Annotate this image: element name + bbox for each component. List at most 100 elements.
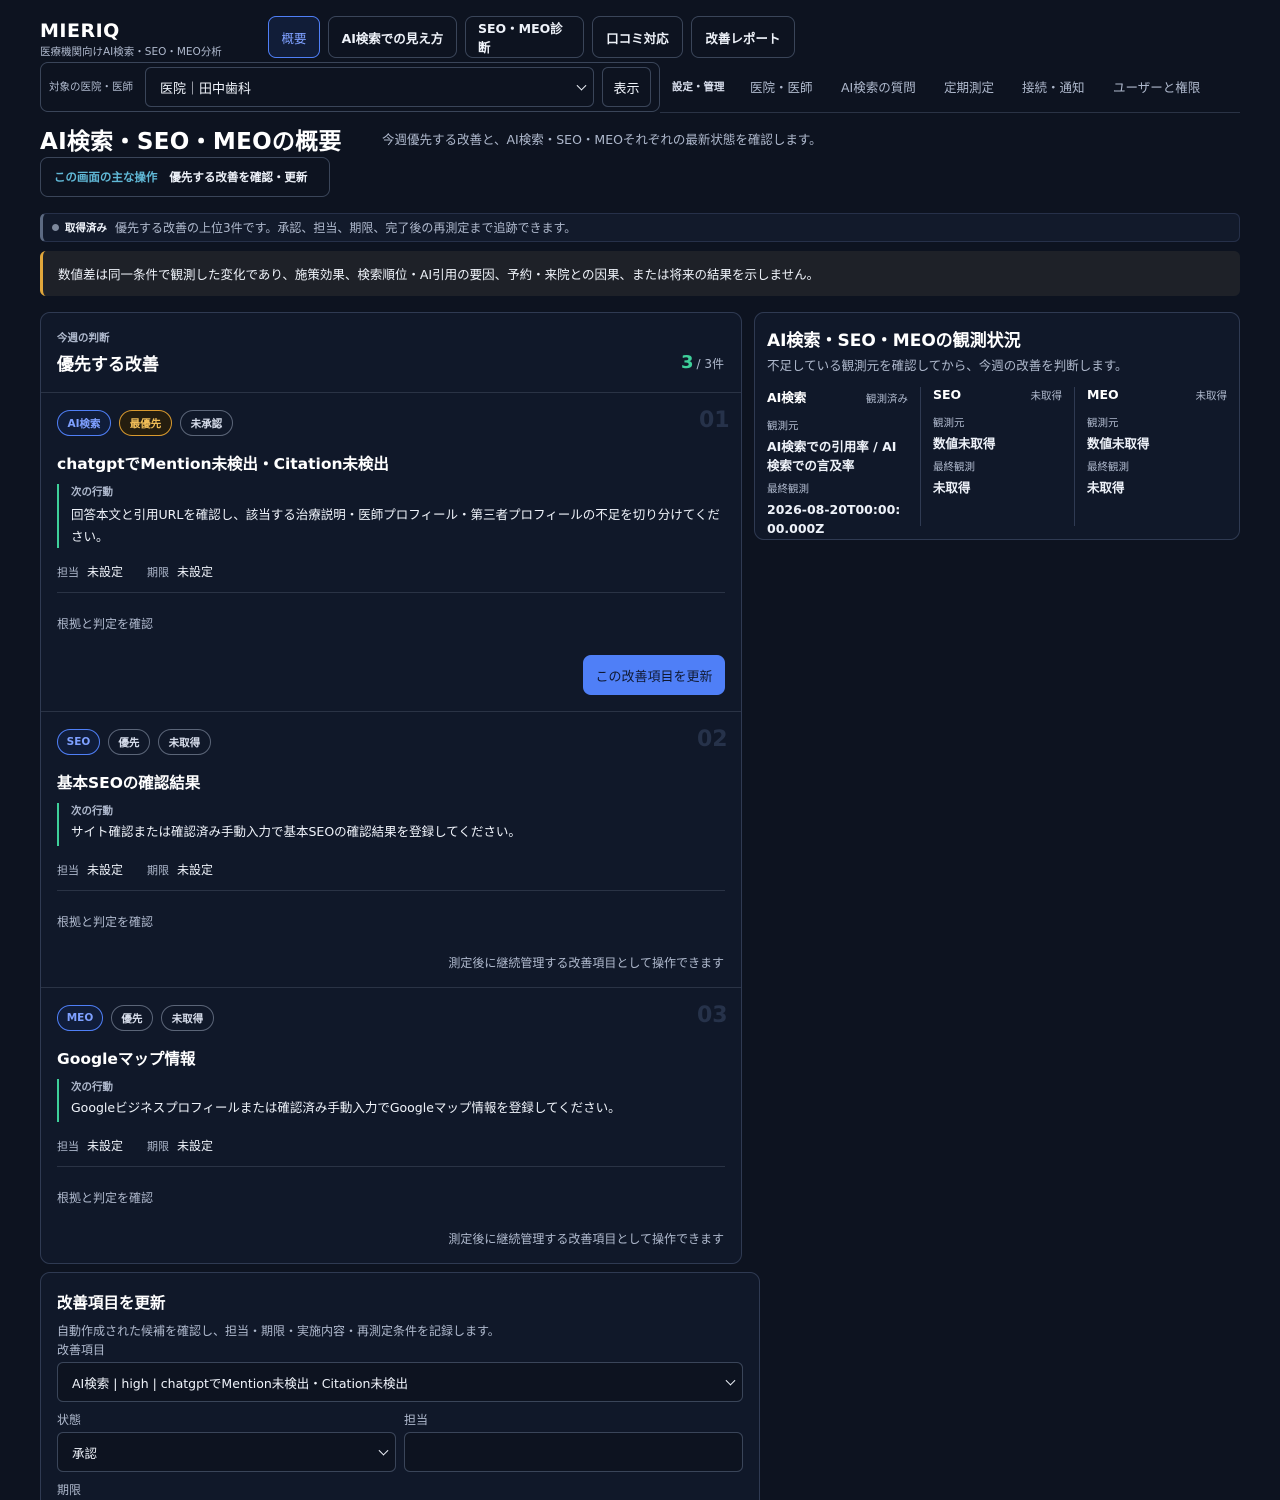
evidence-link[interactable]: 根拠と判定を確認 (57, 1189, 153, 1206)
item-title: chatgptでMention未検出・Citation未検出 (57, 455, 390, 473)
chip-priority: 最優先 (119, 410, 172, 436)
evidence-link[interactable]: 根拠と判定を確認 (57, 615, 153, 632)
column-status: 未取得 (1195, 390, 1228, 402)
last-value: 未取得 (933, 480, 971, 495)
divider (41, 392, 741, 393)
brand-subtitle: 医療機関向けAI検索・SEO・MEO分析 (40, 46, 222, 58)
chip-status: 未取得 (161, 1005, 214, 1031)
item-title: 基本SEOの確認結果 (57, 774, 201, 792)
last-value: 2026-08-20T00:00:00.000Z (767, 502, 901, 536)
item-select[interactable]: AI検索 | high | chatgptでMention未検出・Citatio… (57, 1362, 743, 1402)
item-note: 測定後に継続管理する改善項目として操作できます (448, 1232, 724, 1246)
owner-label: 担当 (57, 1140, 79, 1153)
status-bar: 取得済み 優先する改善の上位3件です。承認、担当、期限、完了後の再測定まで追跡で… (40, 213, 1240, 242)
divider (660, 112, 1240, 113)
chevron-down-icon (576, 80, 587, 91)
tab-ai-search-view[interactable]: AI検索での見え方 (328, 16, 457, 58)
observation-column-seo: SEO 未取得 観測元 数値未取得 最終観測 未取得 (933, 387, 1062, 497)
chip-status: 未承認 (180, 410, 233, 436)
observation-column-ai: AI検索 観測済み 観測元 AI検索での引用率 / AI検索での言及率 最終観測 … (767, 387, 908, 538)
item-field-label: 改善項目 (57, 1343, 106, 1357)
item-meta: 担当 未設定 期限 未設定 (57, 563, 213, 580)
status-text: 優先する改善の上位3件です。承認、担当、期限、完了後の再測定まで追跡できます。 (115, 221, 577, 235)
due-value: 未設定 (177, 1139, 214, 1153)
item-number: 01 (699, 408, 730, 433)
due-label: 期限 (147, 864, 170, 877)
due-value: 未設定 (177, 863, 214, 877)
column-name: AI検索 (767, 390, 807, 405)
divider (920, 387, 921, 526)
last-value: 未取得 (1087, 480, 1125, 495)
next-action-label: 次の行動 (71, 1081, 113, 1093)
show-button[interactable]: 表示 (602, 67, 651, 107)
source-value: 数値未取得 (933, 436, 996, 451)
next-action-text: Googleビジネスプロフィールまたは確認済み手動入力でGoogleマップ情報を… (71, 1100, 621, 1115)
tab-reviews[interactable]: 口コミ対応 (592, 16, 683, 58)
item-number: 02 (697, 727, 728, 752)
observation-column-meo: MEO 未取得 観測元 数値未取得 最終観測 未取得 (1087, 387, 1227, 497)
chip-priority: 優先 (108, 729, 150, 755)
last-label: 最終観測 (767, 483, 809, 495)
due-label: 期限 (147, 566, 170, 579)
target-select-value: 医院｜田中歯科 (160, 81, 252, 97)
priority-count-number: 3 (680, 352, 694, 373)
chip-category: MEO (57, 1005, 103, 1031)
item-meta: 担当 未設定 期限 未設定 (57, 861, 213, 878)
link-users-permissions[interactable]: ユーザーと権限 (1113, 77, 1200, 96)
observation-title: AI検索・SEO・MEOの観測状況 (767, 331, 1021, 351)
last-label: 最終観測 (1087, 461, 1129, 473)
item-note: 測定後に継続管理する改善項目として操作できます (448, 956, 724, 970)
chip-priority: 優先 (111, 1005, 153, 1031)
state-field-label: 状態 (57, 1413, 82, 1427)
chevron-down-icon (378, 1445, 389, 1456)
item-title: Googleマップ情報 (57, 1050, 196, 1068)
owner-label: 担当 (57, 864, 79, 877)
divider (57, 1166, 725, 1167)
state-select-value: 承認 (72, 1445, 98, 1461)
owner-value: 未設定 (87, 1139, 124, 1153)
main-operation-key: この画面の主な操作 (54, 170, 158, 184)
next-action: 次の行動 Googleビジネスプロフィールまたは確認済み手動入力でGoogleマ… (57, 1079, 727, 1122)
next-action: 次の行動 回答本文と引用URLを確認し、該当する治療説明・医師プロフィール・第三… (57, 484, 725, 548)
brand-name: MIERIQ (40, 20, 120, 42)
tab-overview[interactable]: 概要 (268, 16, 320, 58)
link-ai-questions[interactable]: AI検索の質問 (841, 77, 916, 96)
column-name: MEO (1087, 387, 1119, 402)
tab-seo-meo-diagnosis[interactable]: SEO・MEO診断 (465, 16, 584, 58)
tab-improvement-report[interactable]: 改善レポート (691, 16, 795, 58)
next-action-text: 回答本文と引用URLを確認し、該当する治療説明・医師プロフィール・第三者プロフィ… (71, 507, 720, 544)
link-clinics-doctors[interactable]: 医院・医師 (750, 77, 813, 96)
link-scheduled-measurement[interactable]: 定期測定 (944, 77, 994, 96)
main-operation-value: 優先する改善を確認・更新 (169, 170, 308, 184)
owner-label: 担当 (57, 566, 79, 579)
warning-notice: 数値差は同一条件で観測した変化であり、施策効果、検索順位・AI引用の要因、予約・… (40, 251, 1240, 296)
chip-status: 未取得 (158, 729, 211, 755)
owner-value: 未設定 (87, 863, 124, 877)
due-label: 期限 (147, 1140, 170, 1153)
column-status: 観測済み (866, 393, 908, 405)
owner-value: 未設定 (87, 565, 124, 579)
divider (57, 890, 725, 891)
item-select-value: AI検索 | high | chatgptでMention未検出・Citatio… (72, 1375, 408, 1391)
priority-count-total: / 3件 (696, 357, 725, 371)
target-select[interactable]: 医院｜田中歯科 (145, 67, 594, 107)
owner-input[interactable] (404, 1432, 743, 1472)
chip-category: AI検索 (57, 410, 111, 436)
last-label: 最終観測 (933, 461, 975, 473)
item-meta: 担当 未設定 期限 未設定 (57, 1137, 213, 1154)
state-select[interactable]: 承認 (57, 1432, 396, 1472)
due-value: 未設定 (177, 565, 214, 579)
status-key: 取得済み (65, 222, 107, 234)
next-action-label: 次の行動 (71, 486, 113, 498)
column-status: 未取得 (1030, 390, 1063, 402)
chevron-down-icon (725, 1375, 736, 1386)
source-value: AI検索での引用率 / AI検索での言及率 (767, 439, 897, 473)
target-label: 対象の医院・医師 (49, 81, 133, 93)
chip-category: SEO (57, 729, 100, 755)
update-item-button[interactable]: この改善項目を更新 (583, 655, 725, 695)
link-connections-notifications[interactable]: 接続・通知 (1022, 77, 1085, 96)
divider (41, 987, 741, 988)
evidence-link[interactable]: 根拠と判定を確認 (57, 913, 153, 930)
priority-title: 優先する改善 (57, 355, 159, 375)
form-title: 改善項目を更新 (57, 1294, 166, 1312)
